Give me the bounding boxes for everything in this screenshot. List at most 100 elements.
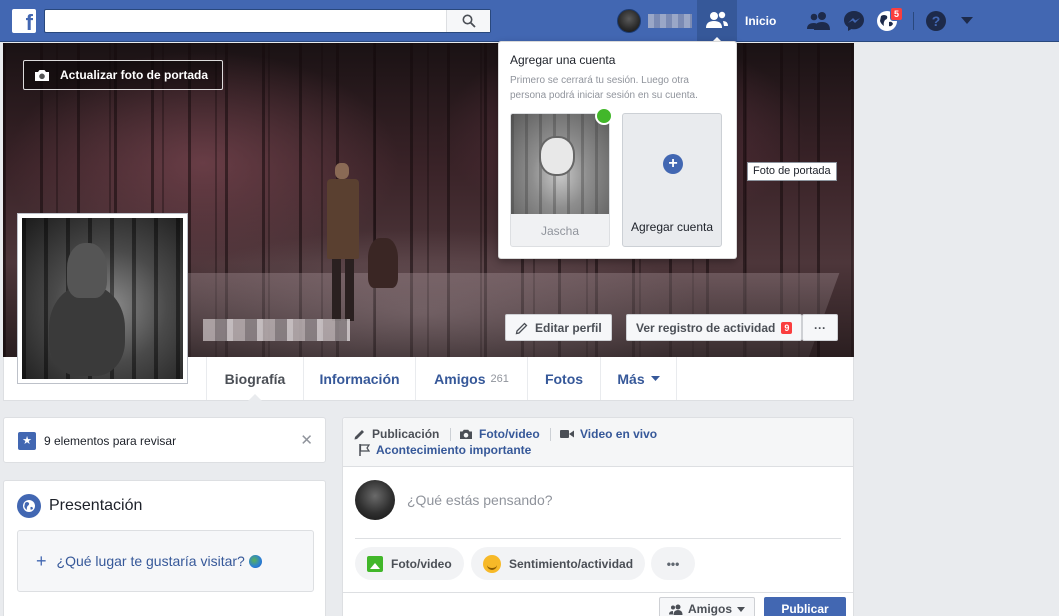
more-actions-label: ••• [666,556,680,571]
tab-foto-video[interactable]: Foto/video [459,427,540,441]
more-options-button[interactable]: ··· [802,314,838,341]
top-navigation-bar: f Inicio 5 ? [0,0,1059,43]
search-icon [462,14,476,28]
tab-publicacion-label: Publicación [372,427,440,441]
tab-mas[interactable]: Más [600,357,677,400]
add-account-description: Primero se cerrará tu sesión. Luego otra… [510,75,698,101]
add-account-plus-icon: + [663,154,683,174]
tab-divider [550,428,551,441]
feeling-activity-button[interactable]: Sentimiento/actividad [471,547,646,580]
friend-requests-button[interactable] [807,9,831,33]
activity-log-label: Ver registro de actividad [636,320,776,335]
audience-label: Amigos [687,602,732,616]
notifications-badge: 5 [890,7,904,21]
add-place-label: ¿Qué lugar te gustaría visitar? [57,553,262,569]
help-icon: ? [926,11,946,31]
photo-video-label: Foto/video [391,556,452,571]
edit-profile-button[interactable]: Editar perfil [505,314,612,341]
online-status-icon [595,107,613,125]
search-box[interactable] [44,9,491,33]
profile-name-link[interactable] [648,14,692,28]
tab-fotos[interactable]: Fotos [527,357,600,400]
tab-publicacion[interactable]: Publicación [354,427,439,441]
composer-input[interactable]: ¿Qué estás pensando? [407,492,553,508]
account-card-jascha[interactable]: Jascha [510,113,610,247]
camera-icon [460,429,472,439]
tab-amigos[interactable]: Amigos 261 [415,357,527,400]
profile-picture[interactable] [17,213,188,384]
account-name: Jascha [540,224,580,238]
close-icon[interactable]: ✕ [300,431,313,449]
review-items-box[interactable]: ★ 9 elementos para revisar ✕ [3,417,326,463]
friends-icon [668,604,683,615]
activity-log-button[interactable]: Ver registro de actividad 9 [626,314,803,341]
flag-icon [359,444,370,456]
tab-foto-video-label: Foto/video [479,427,540,441]
help-button[interactable]: ? [924,9,948,33]
plus-icon: + [36,550,47,571]
friends-count: 261 [490,372,509,385]
tab-video-en-vivo[interactable]: Video en vivo [560,427,657,441]
add-account-label: Agregar cuenta [630,220,714,234]
tab-mas-label: Más [617,370,645,387]
video-camera-icon [560,430,574,438]
post-composer: Publicación Foto/video Video en vivo Aco… [342,417,854,616]
intro-title: Presentación [49,497,143,514]
tab-informacion[interactable]: Información [303,357,415,400]
composer-divider [355,538,841,539]
tab-divider [450,428,451,441]
publish-button[interactable]: Publicar [764,597,846,616]
composer-tabs: Publicación Foto/video Video en vivo Aco… [343,418,853,467]
tab-biografia[interactable]: Biografía [206,357,303,401]
svg-text:?: ? [932,13,941,29]
photo-icon [367,555,383,572]
feeling-activity-label: Sentimiento/actividad [509,556,634,571]
add-account-popup: Agregar una cuenta Primero se cerrará tu… [498,41,737,259]
tab-video-en-vivo-label: Video en vivo [580,427,658,441]
more-options-label: ··· [814,320,826,335]
friends-switch-icon [706,11,728,28]
intro-box: Presentación + ¿Qué lugar te gustaría vi… [3,480,326,616]
chevron-down-icon [737,606,745,612]
composer-avatar [355,480,395,520]
update-cover-label: Actualizar foto de portada [60,68,209,82]
review-items-text: 9 elementos para revisar [44,434,177,448]
camera-icon [35,69,49,81]
friends-icon [807,12,830,30]
tab-acontecimiento-label: Acontecimiento importante [376,443,532,457]
update-cover-photo-button[interactable]: Actualizar foto de portada [23,60,223,90]
earth-icon [248,555,262,568]
photo-video-button[interactable]: Foto/video [355,547,464,580]
audience-selector[interactable]: Amigos [659,597,755,616]
chevron-down-icon [961,17,973,24]
star-icon: ★ [18,432,36,450]
toolbar-divider [913,12,914,30]
add-account-card[interactable]: + Agregar cuenta [622,113,722,247]
tab-acontecimiento[interactable]: Acontecimiento importante [359,443,531,457]
profile-picture-image [22,218,183,379]
tab-fotos-label: Fotos [544,370,584,387]
more-actions-button[interactable]: ••• [651,547,695,580]
tab-informacion-label: Información [319,370,400,387]
cover-photo-tooltip: Foto de portada [747,162,837,181]
add-account-title: Agregar una cuenta [510,53,616,67]
activity-count-badge: 9 [781,321,793,334]
profile-avatar[interactable] [617,9,641,33]
pencil-icon [354,430,364,440]
globe-icon [17,494,41,518]
pencil-icon [515,322,528,334]
edit-profile-label: Editar perfil [535,320,602,335]
search-button[interactable] [446,10,490,32]
messenger-button[interactable] [842,9,866,33]
smiley-icon [483,554,501,573]
cover-figure-image [323,163,363,323]
switch-account-button[interactable] [697,0,737,43]
add-place-prompt[interactable]: + ¿Qué lugar te gustaría visitar? [17,530,314,592]
cover-bird-image [368,238,398,288]
tab-amigos-label: Amigos [434,370,486,387]
profile-name-cover [203,319,350,341]
home-link[interactable]: Inicio [745,14,776,28]
search-input[interactable] [45,10,445,32]
facebook-logo[interactable]: f [12,9,36,35]
account-menu-button[interactable] [955,9,979,33]
